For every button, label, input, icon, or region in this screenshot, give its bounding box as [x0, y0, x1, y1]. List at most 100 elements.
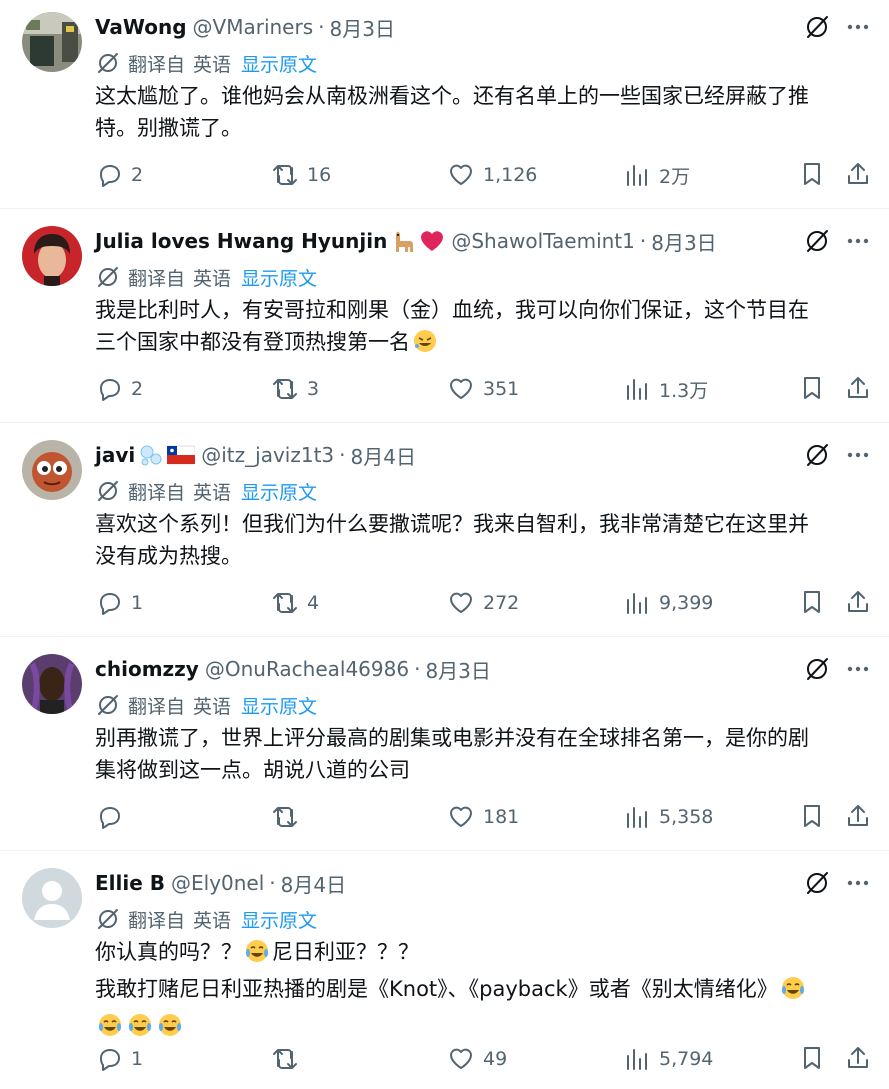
default-avatar[interactable]	[22, 868, 82, 928]
more-icon[interactable]	[845, 441, 871, 469]
views-button[interactable]: 2万	[623, 160, 690, 190]
translated-from-label: 翻译自	[128, 695, 186, 718]
repost-button[interactable]: 4	[271, 588, 319, 618]
like-button[interactable]: 1,126	[447, 160, 537, 190]
repost-button[interactable]: 16	[271, 160, 331, 190]
tears-of-joy-emoji	[97, 1012, 123, 1047]
llama-emoji	[390, 228, 416, 254]
show-original-link[interactable]: 显示原文	[241, 906, 317, 933]
repost-icon	[273, 807, 297, 827]
repost-button[interactable]	[271, 1044, 307, 1074]
post-date[interactable]: 8月4日	[351, 441, 416, 470]
more-icon[interactable]	[845, 13, 871, 41]
separator-dot: ·	[639, 229, 647, 253]
bookmark-icon[interactable]	[798, 160, 826, 188]
views-button[interactable]: 9,399	[623, 588, 713, 618]
like-button[interactable]: 49	[447, 1044, 507, 1074]
reply-button[interactable]	[95, 802, 131, 832]
tweet-header: chiomzzy @OnuRacheal46986 · 8月3日	[95, 654, 491, 684]
more-icon[interactable]	[845, 869, 871, 897]
translate-icon	[98, 481, 118, 501]
bookmark-icon[interactable]	[798, 374, 826, 402]
display-name[interactable]: Julia loves Hwang Hyunjin	[95, 229, 387, 253]
like-button[interactable]: 181	[447, 802, 519, 832]
repost-button[interactable]	[271, 802, 307, 832]
display-name[interactable]: VaWong	[95, 15, 187, 39]
views-button[interactable]: 5,794	[623, 1044, 713, 1074]
reply-button[interactable]: 1	[95, 588, 143, 618]
separator-dot: ·	[339, 443, 346, 467]
bookmark-icon[interactable]	[798, 588, 826, 616]
emoji-line	[95, 1010, 870, 1047]
more-icon[interactable]	[845, 655, 871, 683]
post-date[interactable]: 8月3日	[330, 13, 395, 42]
reply-tweet[interactable]: Julia loves Hwang Hyunjin @ShawolTaemint…	[0, 214, 889, 423]
user-handle[interactable]: @itz_javiz1t3	[201, 443, 334, 467]
views-button[interactable]: 5,358	[623, 802, 713, 832]
heart-icon	[450, 1048, 472, 1069]
user-handle[interactable]: @VMariners	[193, 15, 314, 39]
reply-tweet[interactable]: chiomzzy @OnuRacheal46986 · 8月3日 翻译自 英语 …	[0, 642, 889, 851]
show-original-link[interactable]: 显示原文	[241, 692, 317, 719]
share-icon[interactable]	[844, 374, 872, 402]
show-original-link[interactable]: 显示原文	[241, 50, 317, 77]
grok-icon[interactable]	[803, 869, 831, 897]
views-count: 1.3万	[659, 379, 709, 402]
avatar[interactable]	[22, 440, 82, 500]
bookmark-icon[interactable]	[798, 1044, 826, 1072]
like-button[interactable]: 351	[447, 374, 519, 404]
avatar[interactable]	[22, 226, 82, 286]
share-icon[interactable]	[844, 160, 872, 188]
show-original-link[interactable]: 显示原文	[241, 478, 317, 505]
tweet-text-line: 这太尴尬了。谁他妈会从南极洲看这个。还有名单上的一些国家已经屏蔽了推	[95, 84, 809, 108]
red-heart-emoji	[419, 228, 445, 254]
avatar[interactable]	[22, 654, 82, 714]
user-handle[interactable]: @OnuRacheal46986	[205, 657, 409, 681]
like-button[interactable]: 272	[447, 588, 519, 618]
tweet-text-line: 特。别撒谎了。	[95, 116, 242, 140]
display-name[interactable]: javi	[95, 443, 135, 467]
avatar[interactable]	[22, 12, 82, 72]
translation-bar: 翻译自 英语 显示原文	[95, 264, 317, 290]
grok-icon[interactable]	[803, 13, 831, 41]
reply-tweet[interactable]: javi @itz_javiz1t3 · 8月4日 翻译自 英语 显示原文 喜欢…	[0, 428, 889, 637]
tweet-text-line: 没有成为热搜。	[95, 544, 242, 568]
repost-button[interactable]: 3	[271, 374, 319, 404]
translated-from-label: 翻译自	[128, 481, 186, 504]
reply-button[interactable]: 2	[95, 160, 143, 190]
tweet-text: 我是比利时人，有安哥拉和刚果（金）血统，我可以向你们保证，这个节目在 三个国家中…	[95, 294, 870, 363]
views-button[interactable]: 1.3万	[623, 374, 708, 404]
more-icon[interactable]	[845, 227, 871, 255]
translated-from-label: 翻译自	[128, 909, 186, 932]
display-name[interactable]: Ellie B	[95, 871, 165, 895]
like-count: 1,126	[483, 164, 538, 186]
source-language: 英语	[193, 53, 232, 76]
share-icon[interactable]	[844, 588, 872, 616]
reply-button[interactable]: 2	[95, 374, 143, 404]
bookmark-icon[interactable]	[798, 802, 826, 830]
reply-count: 1	[131, 592, 144, 614]
translation-bar: 翻译自 英语 显示原文	[95, 906, 317, 932]
grok-icon[interactable]	[803, 227, 831, 255]
reply-tweet[interactable]: VaWong @VMariners · 8月3日 翻译自 英语 显示原文 这太尴…	[0, 0, 889, 209]
reply-button[interactable]: 1	[95, 1044, 143, 1074]
grok-icon[interactable]	[803, 655, 831, 683]
like-count: 181	[483, 806, 520, 828]
views-chart-icon	[627, 593, 647, 614]
action-bar: 2 16 1,126 2万	[0, 160, 889, 190]
post-date[interactable]: 8月4日	[281, 869, 346, 898]
grok-icon[interactable]	[803, 441, 831, 469]
show-original-link[interactable]: 显示原文	[241, 264, 317, 291]
share-icon[interactable]	[844, 1044, 872, 1072]
repost-icon	[273, 165, 297, 185]
reply-tweet[interactable]: Ellie B @Ely0nel · 8月4日 翻译自 英语 显示原文 你认真的…	[0, 856, 889, 1089]
views-count: 5,794	[659, 1048, 714, 1070]
post-date[interactable]: 8月3日	[651, 227, 716, 256]
tears-of-joy-emoji	[780, 975, 806, 1010]
action-bar: 1 49 5,794	[0, 1044, 889, 1074]
post-date[interactable]: 8月3日	[425, 655, 490, 684]
share-icon[interactable]	[844, 802, 872, 830]
user-handle[interactable]: @Ely0nel	[171, 871, 264, 895]
user-handle[interactable]: @ShawolTaemint1	[451, 229, 635, 253]
display-name[interactable]: chiomzzy	[95, 657, 199, 681]
